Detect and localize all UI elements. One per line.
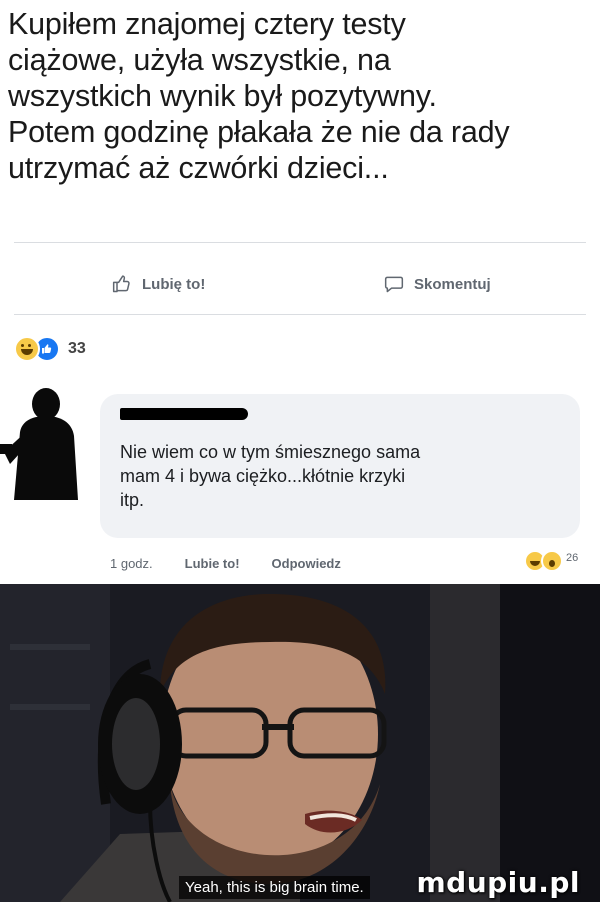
comment-reactions[interactable]: 26 [524, 550, 578, 572]
comment-text-line: Nie wiem co w tym śmiesznego sama [120, 442, 421, 462]
redacted-author-name [120, 408, 248, 420]
watermark-logo: mdupiu.pl [416, 866, 580, 899]
comment-reply-link[interactable]: Odpowiedz [272, 556, 341, 571]
post-text: Kupiłem znajomej cztery testy ciążowe, u… [8, 6, 592, 186]
post-text-line: wszystkich wynik był pozytywny. [8, 79, 437, 113]
comment-button[interactable]: Skomentuj [384, 270, 491, 298]
post-text-line: utrzymać aż czwórki dzieci... [8, 151, 389, 185]
comment-meta: 1 godz. Lubie to! Odpowiedz [110, 556, 341, 571]
comment-time[interactable]: 1 godz. [110, 556, 153, 571]
comment-text-line: mam 4 i bywa ciężko...kłótnie krzyki [120, 466, 406, 486]
meme-illustration [0, 584, 600, 902]
speech-bubble-icon [384, 276, 404, 293]
action-bar-bottom-divider [14, 314, 586, 315]
comment-text: Nie wiem co w tym śmiesznego sama mam 4 … [120, 440, 560, 512]
comment-bubble[interactable]: Nie wiem co w tym śmiesznego sama mam 4 … [100, 394, 580, 538]
post-reactions[interactable]: 33 [14, 336, 86, 362]
meme-photo [0, 584, 600, 902]
comment-like-link[interactable]: Lubie to! [185, 556, 240, 571]
post-text-line: Kupiłem znajomej cztery testy [8, 7, 406, 41]
post-text-line: Potem godzinę płakała że nie da rady [8, 115, 510, 149]
post-text-line: ciążowe, użyła wszystkie, na [8, 43, 391, 77]
action-bar-top-divider [14, 242, 586, 243]
like-button-label: Lubię to! [142, 275, 206, 293]
meme-caption: Yeah, this is big brain time. [179, 876, 370, 899]
comment-text-line: itp. [120, 490, 145, 510]
reaction-count: 33 [68, 340, 86, 357]
thumbs-up-icon [112, 275, 130, 293]
comment-reaction-count: 26 [566, 552, 579, 564]
haha-reaction-icon [14, 336, 40, 362]
wow-reaction-icon [541, 550, 563, 572]
comment-button-label: Skomentuj [414, 275, 491, 293]
commenter-avatar[interactable] [0, 380, 82, 500]
like-button[interactable]: Lubię to! [112, 270, 205, 298]
